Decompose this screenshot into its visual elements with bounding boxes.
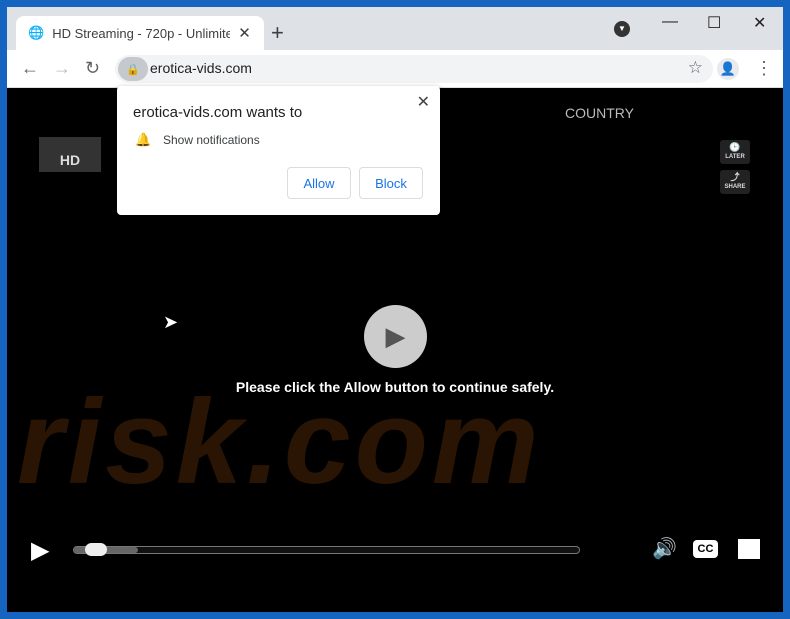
seek-handle[interactable] (85, 543, 107, 556)
permission-text: Show notifications (163, 133, 260, 147)
lock-icon[interactable]: 🔒 (118, 57, 148, 81)
account-icon[interactable]: 👤 (717, 58, 739, 80)
mouse-cursor-icon: ➤ (163, 312, 179, 332)
new-tab-icon[interactable]: + (271, 20, 284, 46)
toolbar: ← → ↻ 🔒 erotica-vids.com ☆ 👤 ⋮ (7, 50, 783, 88)
close-tab-icon[interactable]: ✕ (238, 24, 251, 42)
close-popup-icon[interactable]: ✕ (417, 92, 430, 112)
tab[interactable]: 🌐 HD Streaming - 720p - Unlimited ✕ (16, 16, 264, 50)
minimize-icon[interactable]: — (662, 13, 678, 31)
volume-icon[interactable]: 🔊 (652, 536, 677, 561)
share-icon: ⤴ (730, 172, 740, 182)
seek-bar[interactable] (73, 546, 580, 554)
url-text: erotica-vids.com (150, 60, 252, 76)
allow-button[interactable]: Allow (287, 167, 351, 199)
notification-permission-popup: erotica-vids.com wants to ✕ 🔔 Show notif… (117, 86, 440, 215)
clock-icon: 🕒 (729, 142, 741, 152)
play-disabled-icon[interactable]: ▶ (364, 305, 427, 368)
share-label: SHARE (724, 184, 746, 190)
allow-message: Please click the Allow button to continu… (235, 379, 555, 395)
tab-bar: 🌐 HD Streaming - 720p - Unlimited ✕ + ▼ … (7, 7, 783, 50)
reload-icon[interactable]: ↻ (85, 58, 100, 79)
share-button[interactable]: ⤴ SHARE (720, 170, 750, 194)
back-icon[interactable]: ← (21, 58, 39, 79)
bookmark-star-icon[interactable]: ☆ (688, 58, 703, 78)
forward-icon: → (53, 58, 71, 78)
popup-title: erotica-vids.com wants to (133, 104, 303, 121)
hd-logo: HD (39, 137, 101, 172)
cc-icon[interactable]: CC (693, 540, 718, 558)
later-button[interactable]: 🕒 LATER (720, 140, 750, 164)
profile-dropdown-icon[interactable]: ▼ (614, 21, 630, 37)
block-button[interactable]: Block (359, 167, 423, 199)
country-label: COUNTRY (565, 105, 634, 121)
tab-title: HD Streaming - 720p - Unlimited (52, 25, 231, 41)
globe-icon: 🌐 (28, 25, 45, 40)
address-bar[interactable]: 🔒 erotica-vids.com ☆ (115, 55, 713, 83)
menu-icon[interactable]: ⋮ (755, 58, 773, 79)
close-window-icon[interactable]: ✕ (753, 13, 766, 33)
bell-icon: 🔔 (135, 132, 152, 147)
maximize-icon[interactable]: ☐ (707, 13, 721, 33)
fullscreen-icon[interactable] (738, 539, 760, 559)
later-label: LATER (725, 154, 745, 160)
play-icon[interactable]: ▶ (31, 536, 49, 565)
